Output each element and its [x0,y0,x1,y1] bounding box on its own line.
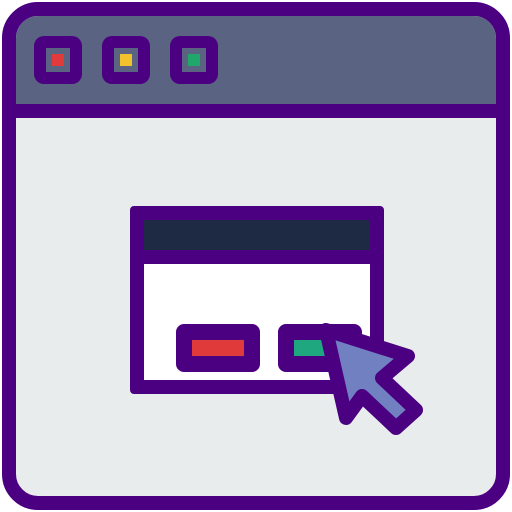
illustration [0,0,512,512]
dialog-cancel-button[interactable] [176,324,260,372]
confirm-button-fill [294,340,346,356]
maximize-dot-icon [188,54,200,66]
dialog-box [130,206,384,394]
window-minimize-button[interactable] [102,36,150,84]
dialog-header [144,220,370,264]
cancel-button-fill [192,340,244,356]
dialog-confirm-button[interactable] [278,324,362,372]
browser-window [2,2,510,510]
close-dot-icon [52,54,64,66]
minimize-dot-icon [120,54,132,66]
window-titlebar [16,16,496,118]
window-close-button[interactable] [34,36,82,84]
window-maximize-button[interactable] [170,36,218,84]
